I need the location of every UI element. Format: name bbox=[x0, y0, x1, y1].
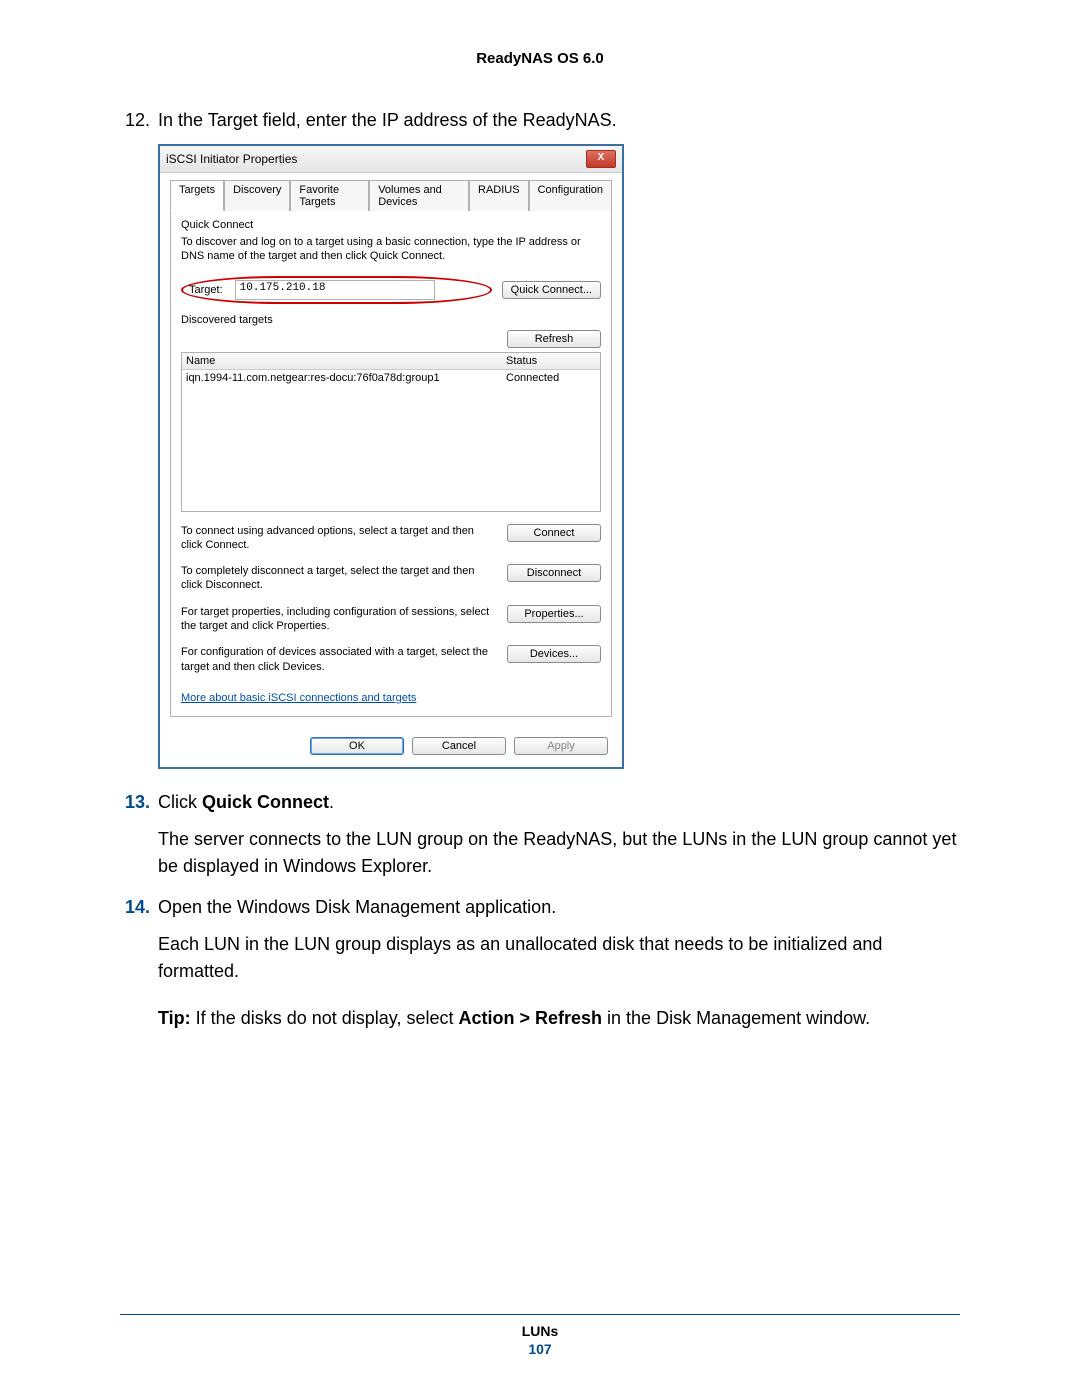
table-header: Name Status bbox=[182, 353, 600, 370]
step-13-pre: Click bbox=[158, 792, 202, 812]
action-properties: For target properties, including configu… bbox=[181, 605, 601, 634]
refresh-button[interactable]: Refresh bbox=[507, 330, 601, 348]
quick-connect-button[interactable]: Quick Connect... bbox=[502, 281, 601, 299]
tab-radius[interactable]: RADIUS bbox=[469, 180, 529, 211]
apply-button[interactable]: Apply bbox=[514, 737, 608, 755]
tip-pre: If the disks do not display, select bbox=[191, 1008, 459, 1028]
step-13-sub: The server connects to the LUN group on … bbox=[158, 826, 960, 880]
action-disconnect: To completely disconnect a target, selec… bbox=[181, 564, 601, 593]
step-12-text: In the Target field, enter the IP addres… bbox=[158, 107, 960, 134]
tab-targets[interactable]: Targets bbox=[170, 180, 224, 211]
discovered-targets-table: Name Status iqn.1994-11.com.netgear:res-… bbox=[181, 352, 601, 512]
col-status: Status bbox=[506, 355, 596, 367]
doc-header: ReadyNAS OS 6.0 bbox=[120, 50, 960, 67]
devices-button[interactable]: Devices... bbox=[507, 645, 601, 663]
step-13-text: Click Quick Connect. bbox=[158, 789, 960, 816]
action-connect-text: To connect using advanced options, selec… bbox=[181, 524, 497, 553]
discovered-targets-label: Discovered targets bbox=[181, 314, 601, 326]
action-connect: To connect using advanced options, selec… bbox=[181, 524, 601, 553]
ok-button[interactable]: OK bbox=[310, 737, 404, 755]
dialog-title: iSCSI Initiator Properties bbox=[166, 152, 297, 166]
tab-discovery[interactable]: Discovery bbox=[224, 180, 290, 211]
dialog-title-bar: iSCSI Initiator Properties X bbox=[160, 146, 622, 173]
properties-button[interactable]: Properties... bbox=[507, 605, 601, 623]
step-13-bold: Quick Connect bbox=[202, 792, 329, 812]
step-14: 14. Open the Windows Disk Management app… bbox=[120, 894, 960, 921]
tab-configuration[interactable]: Configuration bbox=[529, 180, 612, 211]
quick-connect-desc: To discover and log on to a target using… bbox=[181, 235, 601, 264]
action-properties-text: For target properties, including configu… bbox=[181, 605, 497, 634]
target-label: Target: bbox=[189, 284, 223, 296]
tip: Tip: If the disks do not display, select… bbox=[158, 1005, 960, 1032]
target-input[interactable]: 10.175.210.18 bbox=[235, 280, 435, 300]
row-status: Connected bbox=[506, 372, 596, 384]
more-link[interactable]: More about basic iSCSI connections and t… bbox=[181, 692, 416, 704]
quick-connect-label: Quick Connect bbox=[181, 219, 601, 231]
step-14-num: 14. bbox=[120, 894, 158, 921]
iscsi-dialog: iSCSI Initiator Properties X Targets Dis… bbox=[158, 144, 624, 769]
step-13: 13. Click Quick Connect. bbox=[120, 789, 960, 816]
step-14-sub: Each LUN in the LUN group displays as an… bbox=[158, 931, 960, 985]
connect-button[interactable]: Connect bbox=[507, 524, 601, 542]
tip-post: in the Disk Management window. bbox=[602, 1008, 870, 1028]
footer-page-number: 107 bbox=[120, 1341, 960, 1357]
step-13-num: 13. bbox=[120, 789, 158, 816]
step-14-text: Open the Windows Disk Management applica… bbox=[158, 894, 960, 921]
tip-bold: Action > Refresh bbox=[458, 1008, 602, 1028]
row-name: iqn.1994-11.com.netgear:res-docu:76f0a78… bbox=[186, 372, 506, 384]
tab-body: Quick Connect To discover and log on to … bbox=[170, 210, 612, 717]
cancel-button[interactable]: Cancel bbox=[412, 737, 506, 755]
tab-volumes-devices[interactable]: Volumes and Devices bbox=[369, 180, 469, 211]
action-devices-text: For configuration of devices associated … bbox=[181, 645, 497, 674]
tip-label: Tip: bbox=[158, 1008, 191, 1028]
close-icon[interactable]: X bbox=[586, 150, 616, 168]
page-footer: LUNs 107 bbox=[120, 1314, 960, 1357]
tab-favorite-targets[interactable]: Favorite Targets bbox=[290, 180, 369, 211]
step-13-post: . bbox=[329, 792, 334, 812]
action-devices: For configuration of devices associated … bbox=[181, 645, 601, 674]
action-disconnect-text: To completely disconnect a target, selec… bbox=[181, 564, 497, 593]
step-12: 12. In the Target field, enter the IP ad… bbox=[120, 107, 960, 134]
dialog-tabs: Targets Discovery Favorite Targets Volum… bbox=[170, 179, 612, 210]
target-row: Target: 10.175.210.18 Quick Connect... bbox=[181, 276, 601, 304]
step-12-num: 12. bbox=[120, 107, 158, 134]
disconnect-button[interactable]: Disconnect bbox=[507, 564, 601, 582]
table-row[interactable]: iqn.1994-11.com.netgear:res-docu:76f0a78… bbox=[182, 370, 600, 386]
dialog-footer: OK Cancel Apply bbox=[160, 727, 622, 767]
target-highlight-oval: Target: 10.175.210.18 bbox=[181, 276, 492, 304]
col-name: Name bbox=[186, 355, 506, 367]
footer-section: LUNs bbox=[120, 1323, 960, 1339]
